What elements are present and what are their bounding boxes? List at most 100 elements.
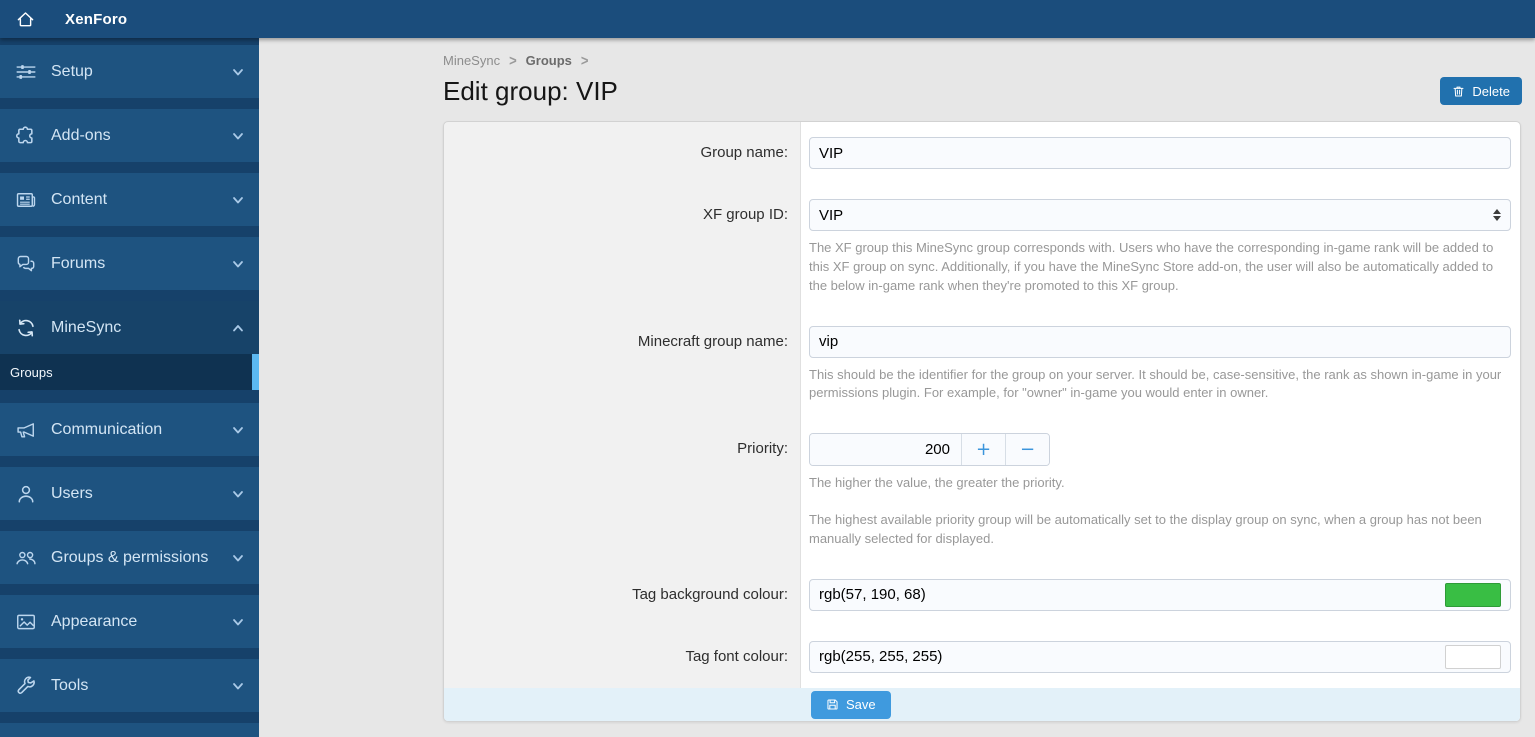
floppy-disk-icon <box>826 698 839 711</box>
chevron-down-icon <box>229 679 245 693</box>
tag-background-colour-label: Tag background colour: <box>632 585 788 603</box>
sidebar-item-label: Tools <box>51 676 89 694</box>
sidebar-item-minesync[interactable]: MineSync <box>0 301 259 354</box>
form-row-tag-background-colour: Tag background colour: rgb(57, 190, 68) <box>444 564 1520 626</box>
sliders-icon <box>14 60 38 84</box>
priority-help-1: The higher the value, the greater the pr… <box>809 475 1065 491</box>
trash-icon <box>1452 85 1465 98</box>
chevron-down-icon <box>229 65 245 79</box>
group-name-label: Group name: <box>700 144 788 161</box>
tag-font-colour-label: Tag font colour: <box>685 647 788 665</box>
sidebar-item-label: Forums <box>51 254 106 272</box>
sidebar-divider <box>0 520 259 531</box>
priority-label: Priority: <box>737 440 788 458</box>
priority-decrement-button[interactable]: − <box>1005 434 1049 466</box>
breadcrumb-separator-icon: > <box>580 52 589 69</box>
xf-group-id-select[interactable]: VIP <box>809 199 1511 231</box>
form-row-tag-font-colour: Tag font colour: rgb(255, 255, 255) <box>444 626 1520 688</box>
sidebar-item-appearance[interactable]: Appearance <box>0 595 259 648</box>
form-footer: Save <box>444 687 1520 721</box>
breadcrumb-minesync[interactable]: MineSync <box>443 53 500 68</box>
edit-group-form: Group name: XF group ID: VIP The XF grou… <box>443 121 1521 722</box>
tag-background-colour-value: rgb(57, 190, 68) <box>819 586 926 604</box>
priority-help-2: The highest available priority group wil… <box>809 512 1482 546</box>
chat-bubbles-icon <box>14 252 38 276</box>
chevron-down-icon <box>229 257 245 271</box>
sidebar-item-tools[interactable]: Tools <box>0 659 259 712</box>
main-content: MineSync > Groups > Edit group: VIP Dele… <box>259 38 1535 735</box>
sidebar-divider <box>0 98 259 109</box>
sidebar-divider <box>0 456 259 467</box>
sidebar-item-label: Users <box>51 484 93 502</box>
sidebar-item-setup[interactable]: Setup <box>0 45 259 98</box>
sidebar-divider <box>0 584 259 595</box>
sidebar-subitem-label: Groups <box>10 364 53 380</box>
app-title: XenForo <box>65 10 128 28</box>
home-icon[interactable] <box>12 6 38 32</box>
chevron-down-icon <box>229 615 245 629</box>
sidebar-item-groups-permissions[interactable]: Groups & permissions <box>0 531 259 584</box>
sidebar-item-label: MineSync <box>51 318 122 336</box>
image-icon <box>14 610 38 634</box>
chevron-down-icon <box>229 487 245 501</box>
sidebar-item-forums[interactable]: Forums <box>0 237 259 290</box>
top-bar: XenForo <box>0 0 1535 38</box>
form-row-group-name: Group name: <box>444 122 1520 184</box>
xf-group-id-label: XF group ID: <box>702 206 788 223</box>
chevron-down-icon <box>229 129 245 143</box>
sidebar-item-content[interactable]: Content <box>0 173 259 226</box>
form-row-priority: Priority: + − The higher the value, the … <box>444 418 1520 564</box>
select-stepper-icon <box>1493 209 1501 221</box>
form-row-xf-group-id: XF group ID: VIP The XF group this MineS… <box>444 184 1520 311</box>
sync-icon <box>14 316 38 340</box>
chevron-down-icon <box>229 423 245 437</box>
xf-group-id-selected-value: VIP <box>819 206 844 224</box>
minecraft-group-name-input[interactable] <box>809 325 1511 358</box>
sidebar-divider <box>0 226 259 237</box>
tag-background-colour-input[interactable]: rgb(57, 190, 68) <box>809 578 1511 611</box>
delete-button-label: Delete <box>1472 83 1510 99</box>
wrench-icon <box>14 674 38 698</box>
sidebar-item-add-ons[interactable]: Add-ons <box>0 109 259 162</box>
tag-background-colour-swatch[interactable] <box>1445 582 1501 607</box>
form-row-minecraft-group-name: Minecraft group name: This should be the… <box>444 311 1520 419</box>
priority-increment-button[interactable]: + <box>961 434 1005 466</box>
delete-button[interactable]: Delete <box>1440 77 1522 105</box>
save-button-label: Save <box>846 697 876 713</box>
selected-indicator <box>252 354 259 390</box>
breadcrumb: MineSync > Groups > <box>443 52 1522 69</box>
sidebar-item-label: Communication <box>51 420 163 438</box>
sidebar-item-label: Appearance <box>51 612 138 630</box>
breadcrumb-groups[interactable]: Groups <box>526 53 572 68</box>
sidebar-divider <box>0 712 259 723</box>
puzzle-icon <box>14 124 38 148</box>
breadcrumb-separator-icon: > <box>509 52 517 69</box>
sidebar-item-users[interactable]: Users <box>0 467 259 520</box>
title-row: Edit group: VIP Delete <box>443 75 1522 107</box>
sidebar-item-label: Setup <box>51 62 93 80</box>
sidebar-section-minesync: MineSync Groups <box>0 301 259 390</box>
priority-input[interactable] <box>810 434 961 466</box>
minecraft-group-name-help: This should be the identifier for the gr… <box>809 366 1502 401</box>
xf-group-id-help: The XF group this MineSync group corresp… <box>809 240 1494 293</box>
sidebar-item-groups[interactable]: Groups <box>0 354 259 390</box>
tag-font-colour-value: rgb(255, 255, 255) <box>819 648 943 666</box>
priority-stepper: + − <box>809 433 1050 467</box>
chevron-up-icon <box>229 321 245 335</box>
tag-font-colour-swatch[interactable] <box>1445 644 1501 669</box>
save-button[interactable]: Save <box>811 690 891 719</box>
megaphone-icon <box>14 418 38 442</box>
sidebar: Setup Add-ons Content Forums MineSync Gr… <box>0 38 259 737</box>
minecraft-group-name-label: Minecraft group name: <box>637 332 788 350</box>
user-icon <box>14 482 38 506</box>
sidebar-divider <box>0 648 259 659</box>
tag-font-colour-input[interactable]: rgb(255, 255, 255) <box>809 640 1511 673</box>
sidebar-item-communication[interactable]: Communication <box>0 403 259 456</box>
page-title: Edit group: VIP <box>443 75 618 106</box>
people-icon <box>14 546 38 570</box>
sidebar-item-label: Groups & permissions <box>51 548 209 566</box>
group-name-input[interactable] <box>809 137 1511 169</box>
sidebar-item-label: Add-ons <box>51 126 111 144</box>
chevron-down-icon <box>229 551 245 565</box>
